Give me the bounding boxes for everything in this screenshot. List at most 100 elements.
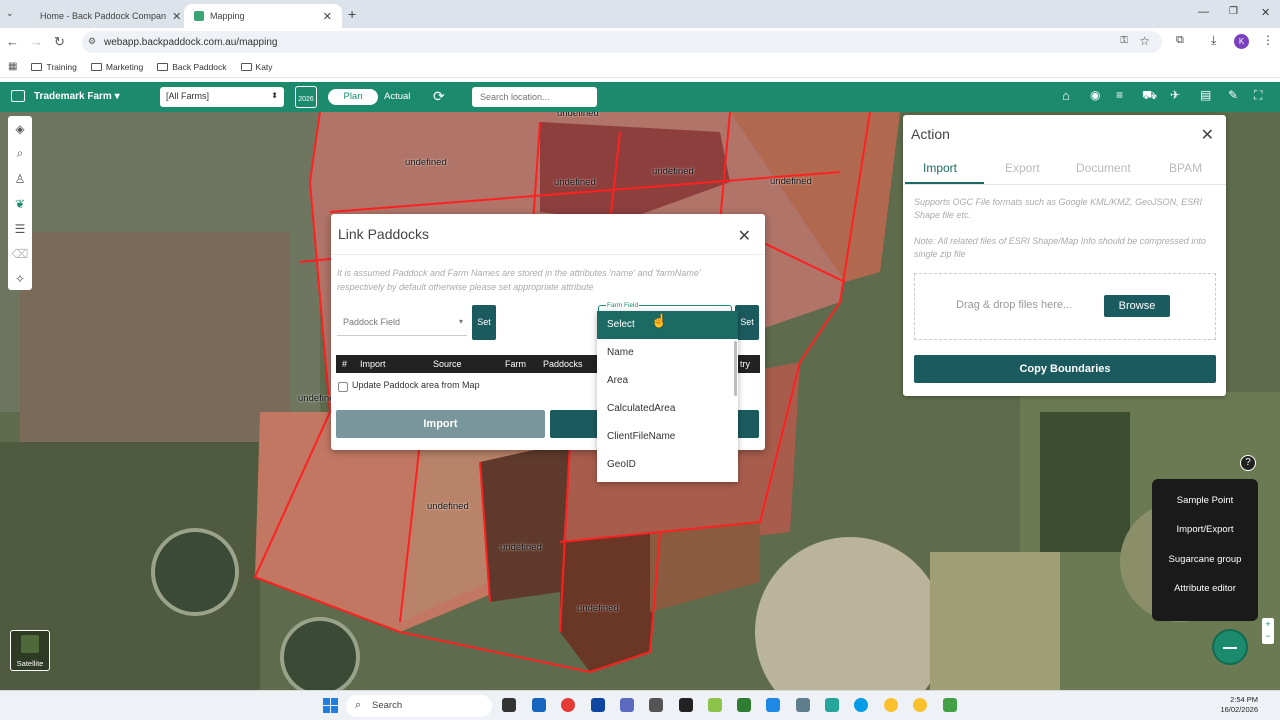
zoom-control[interactable]: + − xyxy=(1262,618,1274,644)
tractor-icon[interactable]: ⛟ xyxy=(1142,88,1157,104)
measure-icon[interactable]: ✧ xyxy=(8,266,32,291)
set-farm-field-button[interactable]: Set xyxy=(735,305,759,340)
apps-grid-icon[interactable]: ▦ xyxy=(8,61,17,72)
plane-icon[interactable]: ✈ xyxy=(1170,88,1180,102)
bookmark-training[interactable]: Training xyxy=(31,62,77,72)
excel-icon[interactable] xyxy=(737,698,751,712)
dropdown-option-client-file-name[interactable]: ClientFileName xyxy=(597,423,738,451)
reload-icon[interactable]: ↻ xyxy=(54,34,65,50)
help-icon[interactable]: ? xyxy=(1240,455,1256,471)
restore-icon[interactable]: ❐ xyxy=(1229,6,1238,17)
back-arrow-icon[interactable]: ← xyxy=(6,34,19,49)
windows-start-icon[interactable] xyxy=(323,698,339,714)
app-icon[interactable] xyxy=(708,698,722,712)
update-area-checkbox[interactable] xyxy=(338,382,348,392)
plan-toggle[interactable]: Plan xyxy=(328,89,378,105)
app-icon[interactable] xyxy=(913,698,927,712)
bookmark-marketing[interactable]: Marketing xyxy=(90,62,143,72)
menu-attribute-editor[interactable]: Attribute editor xyxy=(1152,583,1258,594)
import-button[interactable]: Import xyxy=(336,410,545,438)
fence-icon[interactable]: ≡ xyxy=(1116,88,1123,102)
set-paddock-field-button[interactable]: Set xyxy=(472,305,496,340)
dropdown-option-select[interactable]: Select xyxy=(597,311,738,339)
outlook-icon[interactable] xyxy=(532,698,546,712)
system-clock[interactable]: 2:54 PM 16/02/2026 xyxy=(1220,695,1258,715)
url-field[interactable]: ⚙ webapp.backpaddock.com.au/mapping ⚿ ☆ xyxy=(82,31,1162,53)
app-icon[interactable] xyxy=(591,698,605,712)
tab-home[interactable]: Home - Back Paddock Compan ✕ xyxy=(24,4,182,28)
dropdown-scrollbar[interactable] xyxy=(734,341,737,396)
tab-close-icon[interactable]: ✕ xyxy=(172,10,181,23)
forward-arrow-icon[interactable]: → xyxy=(30,34,43,49)
file-drop-zone[interactable]: Drag & drop files here... Browse xyxy=(914,273,1216,340)
collapse-menu-button[interactable] xyxy=(1212,629,1248,665)
farm-filter-select[interactable]: [All Farms] ⬍ xyxy=(160,87,284,107)
list-icon[interactable]: ☰ xyxy=(8,216,32,241)
download-icon[interactable]: ⤓ xyxy=(1211,33,1216,48)
profile-avatar[interactable]: K xyxy=(1234,34,1249,49)
dropdown-option-geo-id[interactable]: GeoID xyxy=(597,451,738,479)
url-text: webapp.backpaddock.com.au/mapping xyxy=(104,36,278,48)
dropdown-option-area[interactable]: Area xyxy=(597,367,738,395)
extensions-icon[interactable]: ⧉ xyxy=(1176,34,1184,47)
browse-button[interactable]: Browse xyxy=(1104,295,1170,317)
satellite-label: Satellite xyxy=(16,659,44,668)
leaf-icon[interactable]: ❦ xyxy=(8,191,32,216)
paddock-field-select[interactable]: Paddock Field ▾ xyxy=(337,308,467,336)
report-icon[interactable]: ▤ xyxy=(1200,88,1211,102)
dashboard-icon[interactable] xyxy=(11,90,25,102)
new-tab-plus-icon[interactable]: + xyxy=(348,6,356,22)
farm-name-menu[interactable]: Trademark Farm ▾ xyxy=(34,91,120,102)
chrome-icon[interactable] xyxy=(561,698,575,712)
search-location-input[interactable] xyxy=(472,87,597,107)
taskbar-search-label: Search xyxy=(372,700,403,711)
window-close-icon[interactable]: ✕ xyxy=(1261,6,1270,19)
word-icon[interactable] xyxy=(766,698,780,712)
tab-mapping[interactable]: Mapping ✕ xyxy=(184,4,342,28)
app-icon[interactable] xyxy=(884,698,898,712)
layers-icon[interactable]: ◈ xyxy=(8,116,32,141)
trash-icon[interactable]: ⌫ xyxy=(8,241,32,266)
basemap-toggle[interactable]: Satellite xyxy=(10,630,50,671)
refresh-icon[interactable]: ⟳ xyxy=(433,88,445,105)
app-icon[interactable] xyxy=(943,698,957,712)
bookmark-katy[interactable]: Katy xyxy=(240,62,273,72)
copy-boundaries-button[interactable]: Copy Boundaries xyxy=(914,355,1216,383)
close-icon[interactable]: ✕ xyxy=(738,226,751,246)
browser-menu-icon[interactable]: ⋮ xyxy=(1262,33,1274,47)
tab-close-icon[interactable]: ✕ xyxy=(323,10,332,23)
app-icon[interactable] xyxy=(825,698,839,712)
minimize-icon[interactable]: — xyxy=(1198,6,1209,18)
calculator-icon[interactable] xyxy=(796,698,810,712)
close-icon[interactable]: ✕ xyxy=(1201,125,1214,145)
tab-bpam[interactable]: BPAM xyxy=(1169,161,1202,175)
menu-sugarcane-group[interactable]: Sugarcane group xyxy=(1152,554,1258,565)
tab-list-chevron-icon[interactable]: ⌄ xyxy=(6,8,14,19)
dropdown-option-name[interactable]: Name xyxy=(597,339,738,367)
dropdown-option-calculated-area[interactable]: CalculatedArea xyxy=(597,395,738,423)
password-key-icon[interactable]: ⚿ xyxy=(1120,35,1128,46)
home-icon[interactable]: ⌂ xyxy=(1062,88,1070,103)
site-info-icon[interactable]: ⚙ xyxy=(88,36,96,47)
actual-toggle[interactable]: Actual xyxy=(384,91,410,102)
tab-import[interactable]: Import xyxy=(923,161,957,175)
fullscreen-icon[interactable]: ⛶ xyxy=(1254,88,1262,103)
search-icon[interactable]: ⌕ xyxy=(8,141,32,166)
task-view-icon[interactable] xyxy=(502,698,516,712)
edge-icon[interactable] xyxy=(854,698,868,712)
teams-icon[interactable] xyxy=(620,698,634,712)
walker-icon[interactable]: ♙ xyxy=(8,166,32,191)
bookmark-star-icon[interactable]: ☆ xyxy=(1139,34,1150,48)
edit-pencil-icon[interactable]: ✎ xyxy=(1228,88,1238,102)
taskbar-search[interactable]: ⌕ Search xyxy=(346,695,492,717)
terminal-icon[interactable] xyxy=(679,698,693,712)
camera-icon[interactable] xyxy=(649,698,663,712)
tab-export[interactable]: Export xyxy=(1005,161,1040,175)
menu-import-export[interactable]: Import/Export xyxy=(1152,524,1258,535)
bookmark-back-paddock[interactable]: Back Paddock xyxy=(157,62,227,72)
menu-sample-point[interactable]: Sample Point xyxy=(1152,495,1258,506)
divider xyxy=(903,184,1226,185)
calendar-year-icon[interactable]: 2026 xyxy=(295,86,317,108)
location-pin-icon[interactable]: ◉ xyxy=(1090,88,1100,102)
tab-document[interactable]: Document xyxy=(1076,161,1131,175)
